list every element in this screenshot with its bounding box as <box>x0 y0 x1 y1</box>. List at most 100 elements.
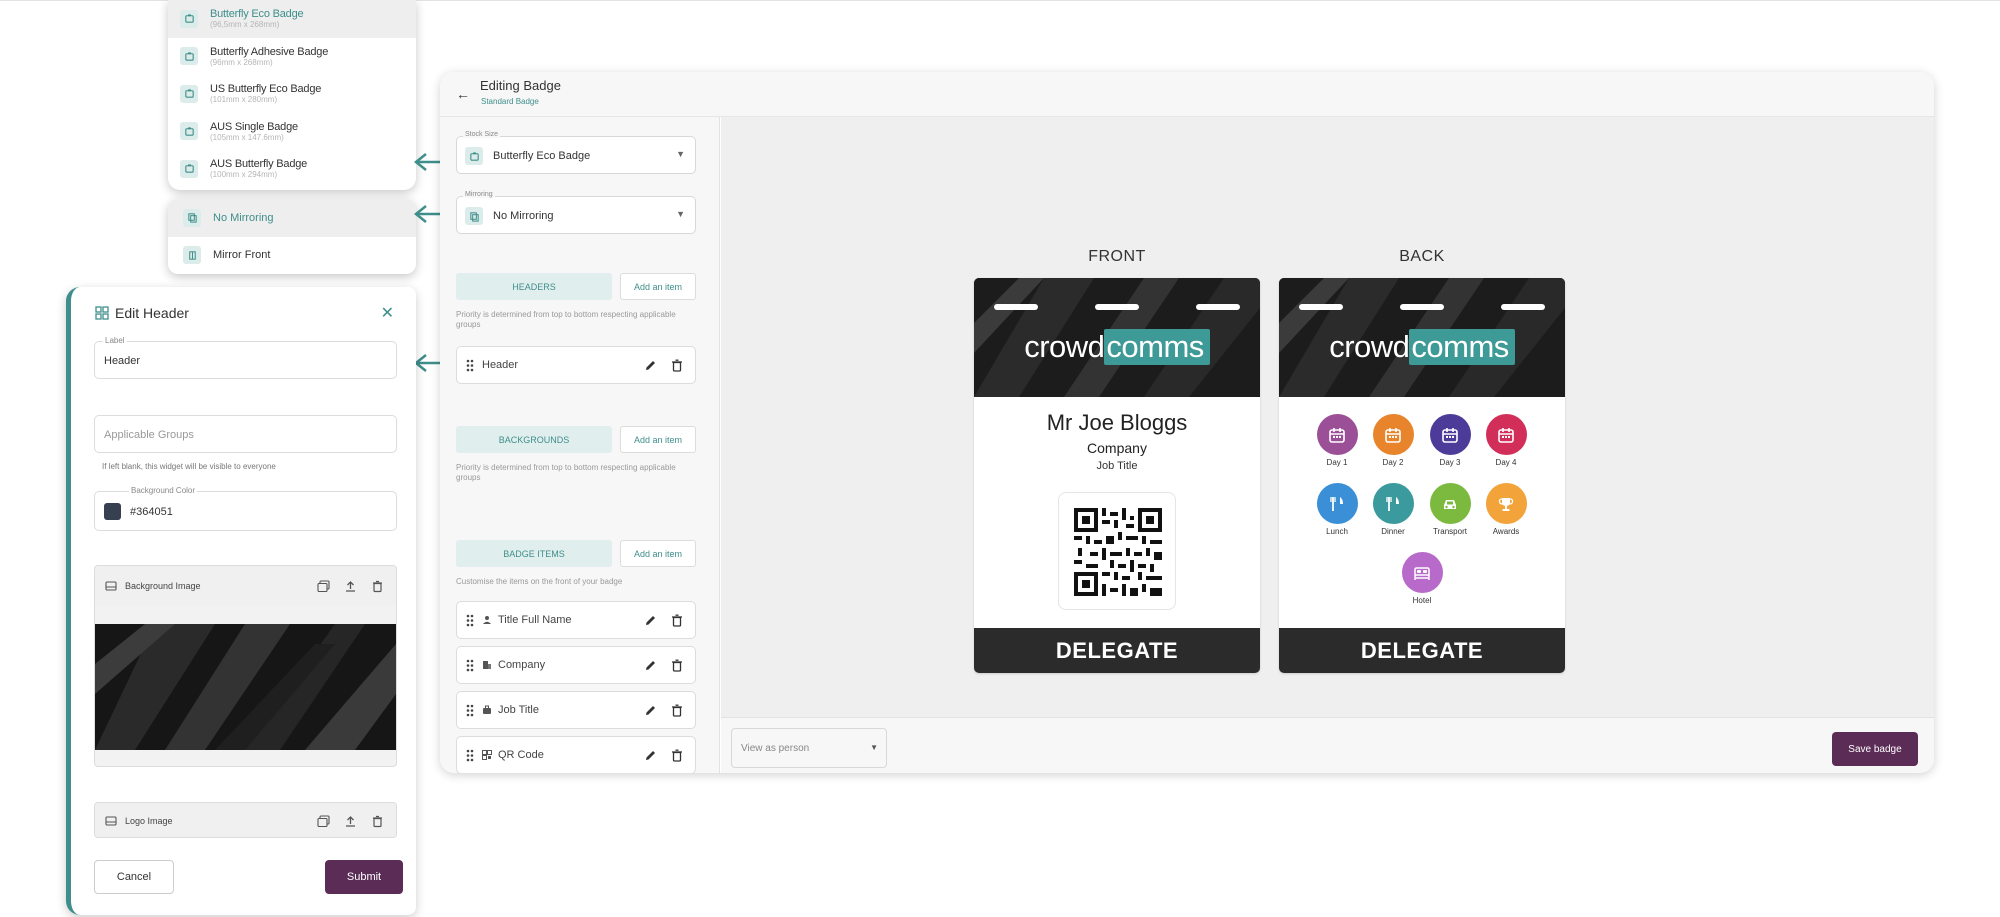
edit-icon[interactable] <box>644 359 657 372</box>
background-color-value: #364051 <box>130 506 173 518</box>
list-item-company[interactable]: Company <box>456 646 696 684</box>
qr-code <box>1058 492 1176 610</box>
list-item-label: QR Code <box>498 749 544 761</box>
drag-handle-icon[interactable] <box>466 659 474 672</box>
tab-backgrounds[interactable]: BACKGROUNDS <box>456 426 612 453</box>
entitlement-awards: Awards <box>1478 483 1534 536</box>
label-field[interactable]: Label Header <box>94 336 397 379</box>
tab-headers[interactable]: HEADERS <box>456 273 612 300</box>
bed-icon <box>1401 552 1443 593</box>
mirror-icon <box>183 208 201 227</box>
crowdcomms-logo: crowdcomms <box>1279 329 1565 365</box>
delete-icon[interactable] <box>671 659 683 672</box>
view-as-person-select[interactable]: View as person ▼ <box>731 728 887 768</box>
entitlement-hotel: Hotel <box>1394 552 1450 605</box>
stock-size-select[interactable]: Stock Size Butterfly Eco Badge ▼ <box>456 131 696 174</box>
stock-option-dim: (105mm x 147.6mm) <box>210 132 284 142</box>
image-icon <box>105 816 117 826</box>
mirroring-value: No Mirroring <box>493 210 554 222</box>
badge-footer: DELEGATE <box>1279 628 1565 673</box>
tab-badge-items[interactable]: BADGE ITEMS <box>456 540 612 567</box>
page-title: Editing Badge <box>480 78 561 93</box>
stock-option[interactable]: AUS Butterfly Badge (100mm x 294mm) <box>168 150 416 188</box>
badge-icon <box>180 47 198 66</box>
badge-slot <box>994 304 1038 310</box>
list-item-job-title[interactable]: Job Title <box>456 691 696 729</box>
cutlery-icon <box>1372 483 1414 524</box>
list-item-header[interactable]: Header <box>456 346 696 384</box>
mirror-option[interactable]: No Mirroring <box>168 199 416 237</box>
badge-slot <box>1095 304 1139 310</box>
stock-size-dropdown: Butterfly Eco Badge (96,5mm x 268mm) Butt… <box>168 0 416 190</box>
upload-icon[interactable] <box>344 815 357 828</box>
edit-icon[interactable] <box>644 749 657 762</box>
edit-icon[interactable] <box>644 659 657 672</box>
badge-job-title: Job Title <box>1096 460 1138 472</box>
stock-option-dim: (96,5mm x 268mm) <box>210 20 280 30</box>
mirroring-select[interactable]: Mirroring No Mirroring ▼ <box>456 191 696 234</box>
delete-icon[interactable] <box>671 749 683 762</box>
badge-front[interactable]: crowdcomms Mr Joe Bloggs Company Job Tit… <box>974 278 1260 673</box>
add-background-button[interactable]: Add an item <box>620 426 696 453</box>
person-icon <box>483 616 491 624</box>
back-arrow-icon[interactable]: ← <box>456 86 470 102</box>
edit-icon[interactable] <box>644 614 657 627</box>
gallery-icon[interactable] <box>317 579 330 593</box>
building-icon <box>483 661 491 669</box>
entitlement-transport: Transport <box>1422 483 1478 536</box>
list-item-label: Company <box>498 659 546 671</box>
drag-handle-icon[interactable] <box>466 614 474 627</box>
submit-button[interactable]: Submit <box>325 860 403 894</box>
delete-icon[interactable] <box>671 614 683 627</box>
mirroring-label: Mirroring <box>463 191 495 198</box>
cancel-button[interactable]: Cancel <box>94 860 174 894</box>
edit-icon[interactable] <box>644 704 657 717</box>
stock-option[interactable]: AUS Single Badge (105mm x 147.6mm) <box>168 113 416 151</box>
badge-icon <box>465 147 483 165</box>
delete-icon[interactable] <box>671 704 683 717</box>
entitlement-label: Dinner <box>1381 527 1405 536</box>
list-item-label: Header <box>482 359 519 371</box>
delete-icon[interactable] <box>371 580 384 593</box>
groups-hint: If left blank, this widget will be visib… <box>102 462 276 471</box>
entitlement-day-3: Day 3 <box>1422 414 1478 467</box>
background-image-header: Background Image <box>95 566 396 606</box>
applicable-groups-field[interactable]: Applicable Groups <box>94 415 397 453</box>
badge-back[interactable]: crowdcomms Day 1 Day 2 Day 3 Day 4 Lunch… <box>1279 278 1565 673</box>
list-item-qr-code[interactable]: QR Code <box>456 736 696 773</box>
logo-image-label: Logo Image <box>125 816 173 826</box>
mirror-option-label: Mirror Front <box>213 249 271 262</box>
drag-handle-icon[interactable] <box>466 359 474 372</box>
calendar-icon <box>1316 414 1358 455</box>
view-as-value: View as person <box>741 743 810 754</box>
badge-slot <box>1400 304 1444 310</box>
upload-icon[interactable] <box>344 580 357 593</box>
delete-icon[interactable] <box>371 815 384 828</box>
close-icon[interactable]: ✕ <box>381 303 394 323</box>
list-item-title-full-name[interactable]: Title Full Name <box>456 601 696 639</box>
stock-option-dim: (100mm x 294mm) <box>210 170 278 180</box>
add-header-button[interactable]: Add an item <box>620 273 696 300</box>
add-badge-item-button[interactable]: Add an item <box>620 540 696 567</box>
stock-option[interactable]: US Butterfly Eco Badge (101mm x 280mm) <box>168 75 416 113</box>
drag-handle-icon[interactable] <box>466 704 474 717</box>
mirror-option[interactable]: Mirror Front <box>168 237 416 275</box>
edit-header-panel: Edit Header ✕ Label Header Applicable Gr… <box>66 287 416 915</box>
chevron-down-icon: ▼ <box>676 209 685 219</box>
color-swatch[interactable] <box>104 503 121 520</box>
editor-header: ← Editing Badge Standard Badge <box>440 72 1934 117</box>
save-badge-button[interactable]: Save badge <box>1832 732 1918 766</box>
logo-image-header: Logo Image <box>95 803 396 837</box>
stock-option[interactable]: Butterfly Eco Badge (96,5mm x 268mm) <box>168 0 416 38</box>
background-image-preview <box>95 624 396 750</box>
background-color-field[interactable]: Background Color #364051 <box>94 486 397 531</box>
entitlement-label: Day 4 <box>1495 458 1517 467</box>
drag-handle-icon[interactable] <box>466 749 474 762</box>
backgrounds-note: Priority is determined from top to botto… <box>456 463 676 482</box>
badge-slot <box>1299 304 1343 310</box>
gallery-icon[interactable] <box>317 814 330 828</box>
crowdcomms-logo: crowdcomms <box>974 329 1260 365</box>
background-color-label: Background Color <box>129 486 198 495</box>
stock-option[interactable]: Butterfly Adhesive Badge (96mm x 268mm) <box>168 38 416 76</box>
delete-icon[interactable] <box>671 359 683 372</box>
